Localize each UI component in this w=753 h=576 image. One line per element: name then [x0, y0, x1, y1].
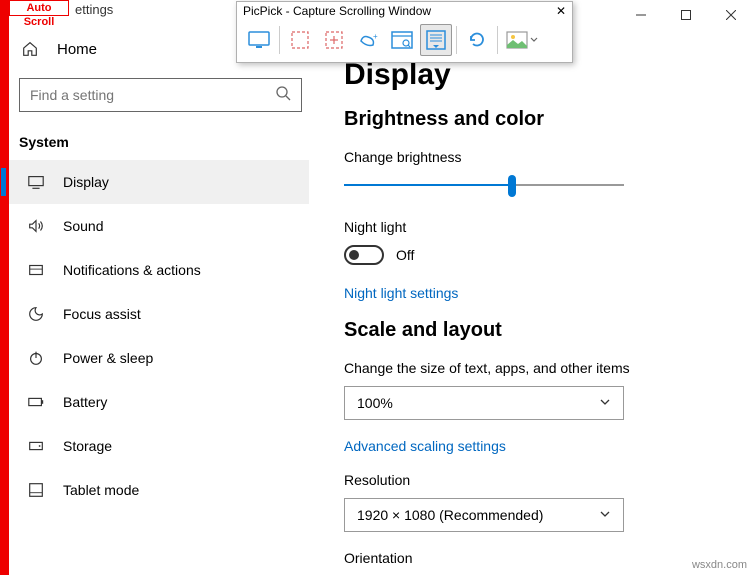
- capture-region-button[interactable]: [284, 24, 316, 56]
- capture-marker-bar: [0, 0, 9, 575]
- section-brightness-color: Brightness and color: [344, 108, 734, 131]
- window-title-partial: ettings: [75, 0, 113, 17]
- battery-icon: [27, 393, 45, 411]
- section-title: System: [17, 112, 319, 160]
- svg-text:+: +: [373, 32, 378, 41]
- sidebar-item-label: Power & sleep: [63, 350, 153, 366]
- capture-fullscreen-button[interactable]: [243, 24, 275, 56]
- home-label: Home: [57, 41, 97, 58]
- watermark: wsxdn.com: [692, 559, 747, 571]
- sidebar-item-focus-assist[interactable]: Focus assist: [17, 292, 319, 336]
- toolbar-divider: [497, 26, 498, 54]
- sidebar-item-notifications[interactable]: Notifications & actions: [17, 248, 319, 292]
- section-scale-layout: Scale and layout: [344, 319, 734, 342]
- sound-icon: [27, 217, 45, 235]
- sidebar-item-label: Notifications & actions: [63, 262, 201, 278]
- sidebar-item-label: Display: [63, 174, 109, 190]
- capture-scrolling-button[interactable]: [420, 24, 452, 56]
- resolution-label: Resolution: [344, 472, 734, 488]
- night-light-label: Night light: [344, 219, 734, 235]
- sidebar-item-battery[interactable]: Battery: [17, 380, 319, 424]
- brightness-label: Change brightness: [344, 149, 734, 165]
- sidebar-item-label: Focus assist: [63, 306, 141, 322]
- sidebar-item-tablet-mode[interactable]: Tablet mode: [17, 468, 319, 512]
- slider-thumb[interactable]: [508, 175, 516, 197]
- maximize-button[interactable]: [663, 0, 708, 30]
- storage-icon: [27, 437, 45, 455]
- capture-fixed-region-button[interactable]: [318, 24, 350, 56]
- toolbar-divider: [279, 26, 280, 54]
- night-light-toggle[interactable]: [344, 245, 384, 265]
- resolution-select[interactable]: 1920 × 1080 (Recommended): [344, 498, 624, 532]
- sidebar-item-power-sleep[interactable]: Power & sleep: [17, 336, 319, 380]
- chevron-down-icon: [599, 395, 611, 411]
- notifications-icon: [27, 261, 45, 279]
- power-icon: [27, 349, 45, 367]
- capture-freehand-button[interactable]: +: [352, 24, 384, 56]
- sidebar-item-label: Battery: [63, 394, 107, 410]
- advanced-scaling-link[interactable]: Advanced scaling settings: [344, 438, 734, 454]
- toolbar-divider: [456, 26, 457, 54]
- brightness-slider[interactable]: [344, 175, 624, 197]
- toggle-knob: [349, 250, 359, 260]
- sidebar-item-label: Sound: [63, 218, 103, 234]
- scale-value: 100%: [357, 395, 393, 411]
- sidebar-item-label: Storage: [63, 438, 112, 454]
- sidebar-item-display[interactable]: Display: [9, 160, 309, 204]
- picpick-toolbar: +: [237, 20, 572, 60]
- settings-sidebar: Home System Display Sound Notifications …: [9, 20, 319, 512]
- search-input-wrapper[interactable]: [19, 78, 302, 112]
- minimize-button[interactable]: [618, 0, 663, 30]
- display-icon: [27, 173, 45, 191]
- close-button[interactable]: [708, 0, 753, 30]
- repeat-capture-button[interactable]: [461, 24, 493, 56]
- night-light-state: Off: [396, 247, 414, 263]
- capture-window-button[interactable]: [386, 24, 418, 56]
- sidebar-item-label: Tablet mode: [63, 482, 139, 498]
- auto-scroll-badge: Auto Scroll: [9, 0, 69, 16]
- home-icon: [21, 40, 39, 58]
- picpick-title: PicPick - Capture Scrolling Window: [243, 4, 431, 18]
- scale-select[interactable]: 100%: [344, 386, 624, 420]
- focus-assist-icon: [27, 305, 45, 323]
- resolution-value: 1920 × 1080 (Recommended): [357, 507, 543, 523]
- sidebar-item-sound[interactable]: Sound: [17, 204, 319, 248]
- orientation-label: Orientation: [344, 550, 734, 566]
- search-icon: [275, 85, 291, 106]
- window-controls: [618, 0, 753, 30]
- search-input[interactable]: [30, 87, 275, 103]
- sidebar-item-storage[interactable]: Storage: [17, 424, 319, 468]
- night-light-settings-link[interactable]: Night light settings: [344, 285, 734, 301]
- picpick-window[interactable]: PicPick - Capture Scrolling Window ✕ +: [236, 1, 573, 63]
- slider-fill: [344, 184, 512, 186]
- picpick-close-button[interactable]: ✕: [556, 4, 566, 18]
- main-content: Display Brightness and color Change brig…: [344, 58, 734, 576]
- image-options-button[interactable]: [502, 24, 542, 56]
- scale-label: Change the size of text, apps, and other…: [344, 360, 734, 376]
- tablet-icon: [27, 481, 45, 499]
- chevron-down-icon: [599, 507, 611, 523]
- page-title: Display: [344, 58, 734, 92]
